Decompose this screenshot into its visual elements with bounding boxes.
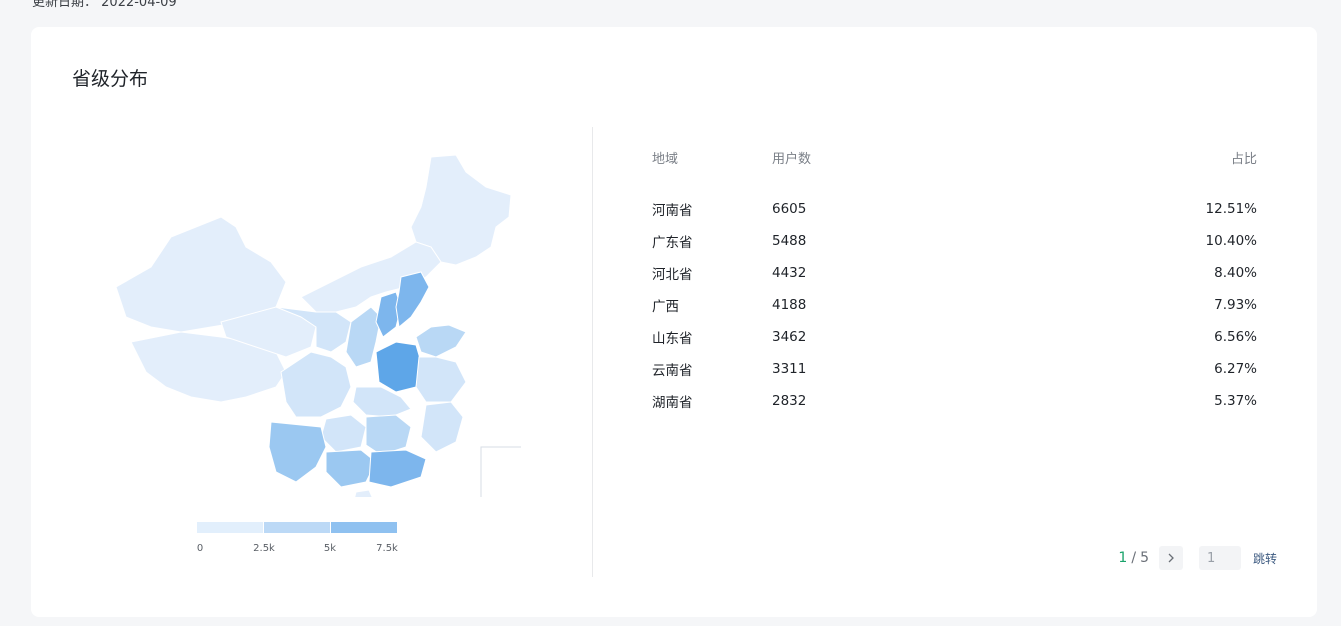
map-region-anhui-jiangsu[interactable] (415, 356, 467, 403)
table-header: 地域 用户数 占比 (652, 147, 1257, 167)
table-body: 河南省 6605 12.51% 广东省 5488 10.40% 河北省 4432… (652, 193, 1257, 417)
update-date-line: 更新日期： 2022-04-09 (32, 0, 177, 10)
table-row: 湖南省 2832 5.37% (652, 385, 1257, 417)
header-users: 用户数 (772, 151, 812, 167)
header-ratio: 占比 (1230, 151, 1257, 167)
table-row: 山东省 3462 6.56% (652, 321, 1257, 353)
map-region-sichuan[interactable] (280, 351, 352, 418)
next-page-button[interactable] (1158, 546, 1183, 570)
cell-ratio: 10.40% (1205, 233, 1257, 249)
cell-region: 河南省 (652, 203, 693, 219)
cell-users: 2832 (772, 393, 807, 409)
cell-ratio: 6.27% (1214, 361, 1257, 377)
map-region-guizhou[interactable] (320, 414, 367, 453)
cell-ratio: 12.51% (1205, 201, 1257, 217)
cell-region: 广东省 (652, 235, 693, 251)
cell-users: 5488 (772, 233, 807, 249)
legend-segment-mid (263, 522, 330, 533)
panel-divider (592, 127, 593, 577)
chevron-right-icon (1168, 553, 1174, 563)
map-region-guangxi[interactable] (325, 449, 377, 488)
pagination-total: 5 (1140, 550, 1149, 566)
cell-ratio: 7.93% (1214, 297, 1257, 313)
legend-tick: 0 (196, 543, 204, 554)
cell-users: 3311 (772, 361, 807, 377)
map-region-shaanxi[interactable] (345, 306, 382, 368)
table-row: 广东省 5488 10.40% (652, 225, 1257, 257)
cell-region: 广西 (652, 299, 679, 315)
map-region-zhejiang-fujian[interactable] (420, 401, 464, 453)
cell-users: 4432 (772, 265, 807, 281)
pagination: 1 / 5 跳转 (1118, 546, 1277, 570)
cell-users: 3462 (772, 329, 807, 345)
cell-region: 山东省 (652, 331, 693, 347)
page-jump-input[interactable] (1198, 546, 1241, 570)
map-region-yunnan[interactable] (268, 421, 327, 483)
cell-ratio: 5.37% (1214, 393, 1257, 409)
map-region-hubei[interactable] (352, 386, 412, 418)
legend-tick: 2.5k (253, 543, 275, 554)
update-date-label: 更新日期： (32, 0, 98, 10)
pagination-separator: / (1131, 550, 1137, 566)
cell-region: 河北省 (652, 267, 693, 283)
jump-button[interactable]: 跳转 (1253, 550, 1277, 567)
legend-segment-high (330, 522, 397, 533)
map-region-guangdong[interactable] (368, 449, 427, 488)
card-title: 省级分布 (72, 68, 149, 90)
pagination-current: 1 (1118, 550, 1128, 566)
cell-ratio: 8.40% (1214, 265, 1257, 281)
province-distribution-card: 省级分布 0 2.5k 5k 7.5k 地域 用户数 占比 河南省 6605 1… (31, 27, 1317, 617)
legend-tick: 5k (323, 543, 337, 554)
map-region-hainan[interactable] (354, 489, 373, 497)
south-china-sea-inset (480, 446, 521, 497)
map-region-hunan[interactable] (365, 414, 412, 456)
cell-region: 湖南省 (652, 395, 693, 411)
legend-segment-low (197, 522, 263, 533)
table-row: 河北省 4432 8.40% (652, 257, 1257, 289)
table-row: 云南省 3311 6.27% (652, 353, 1257, 385)
map-region-hebei[interactable] (395, 271, 430, 328)
china-province-map[interactable] (71, 147, 521, 497)
map-region-henan[interactable] (375, 341, 422, 393)
cell-region: 云南省 (652, 363, 693, 379)
table-row: 广西 4188 7.93% (652, 289, 1257, 321)
map-region-shandong[interactable] (415, 324, 467, 358)
province-table: 地域 用户数 占比 河南省 6605 12.51% 广东省 5488 10.40… (652, 147, 1257, 417)
cell-ratio: 6.56% (1214, 329, 1257, 345)
cell-users: 4188 (772, 297, 807, 313)
cell-users: 6605 (772, 201, 807, 217)
table-row: 河南省 6605 12.51% (652, 193, 1257, 225)
header-region: 地域 (652, 151, 679, 167)
legend-tick: 7.5k (376, 543, 398, 554)
map-legend-bar (197, 522, 397, 533)
update-date-value: 2022-04-09 (101, 0, 177, 10)
